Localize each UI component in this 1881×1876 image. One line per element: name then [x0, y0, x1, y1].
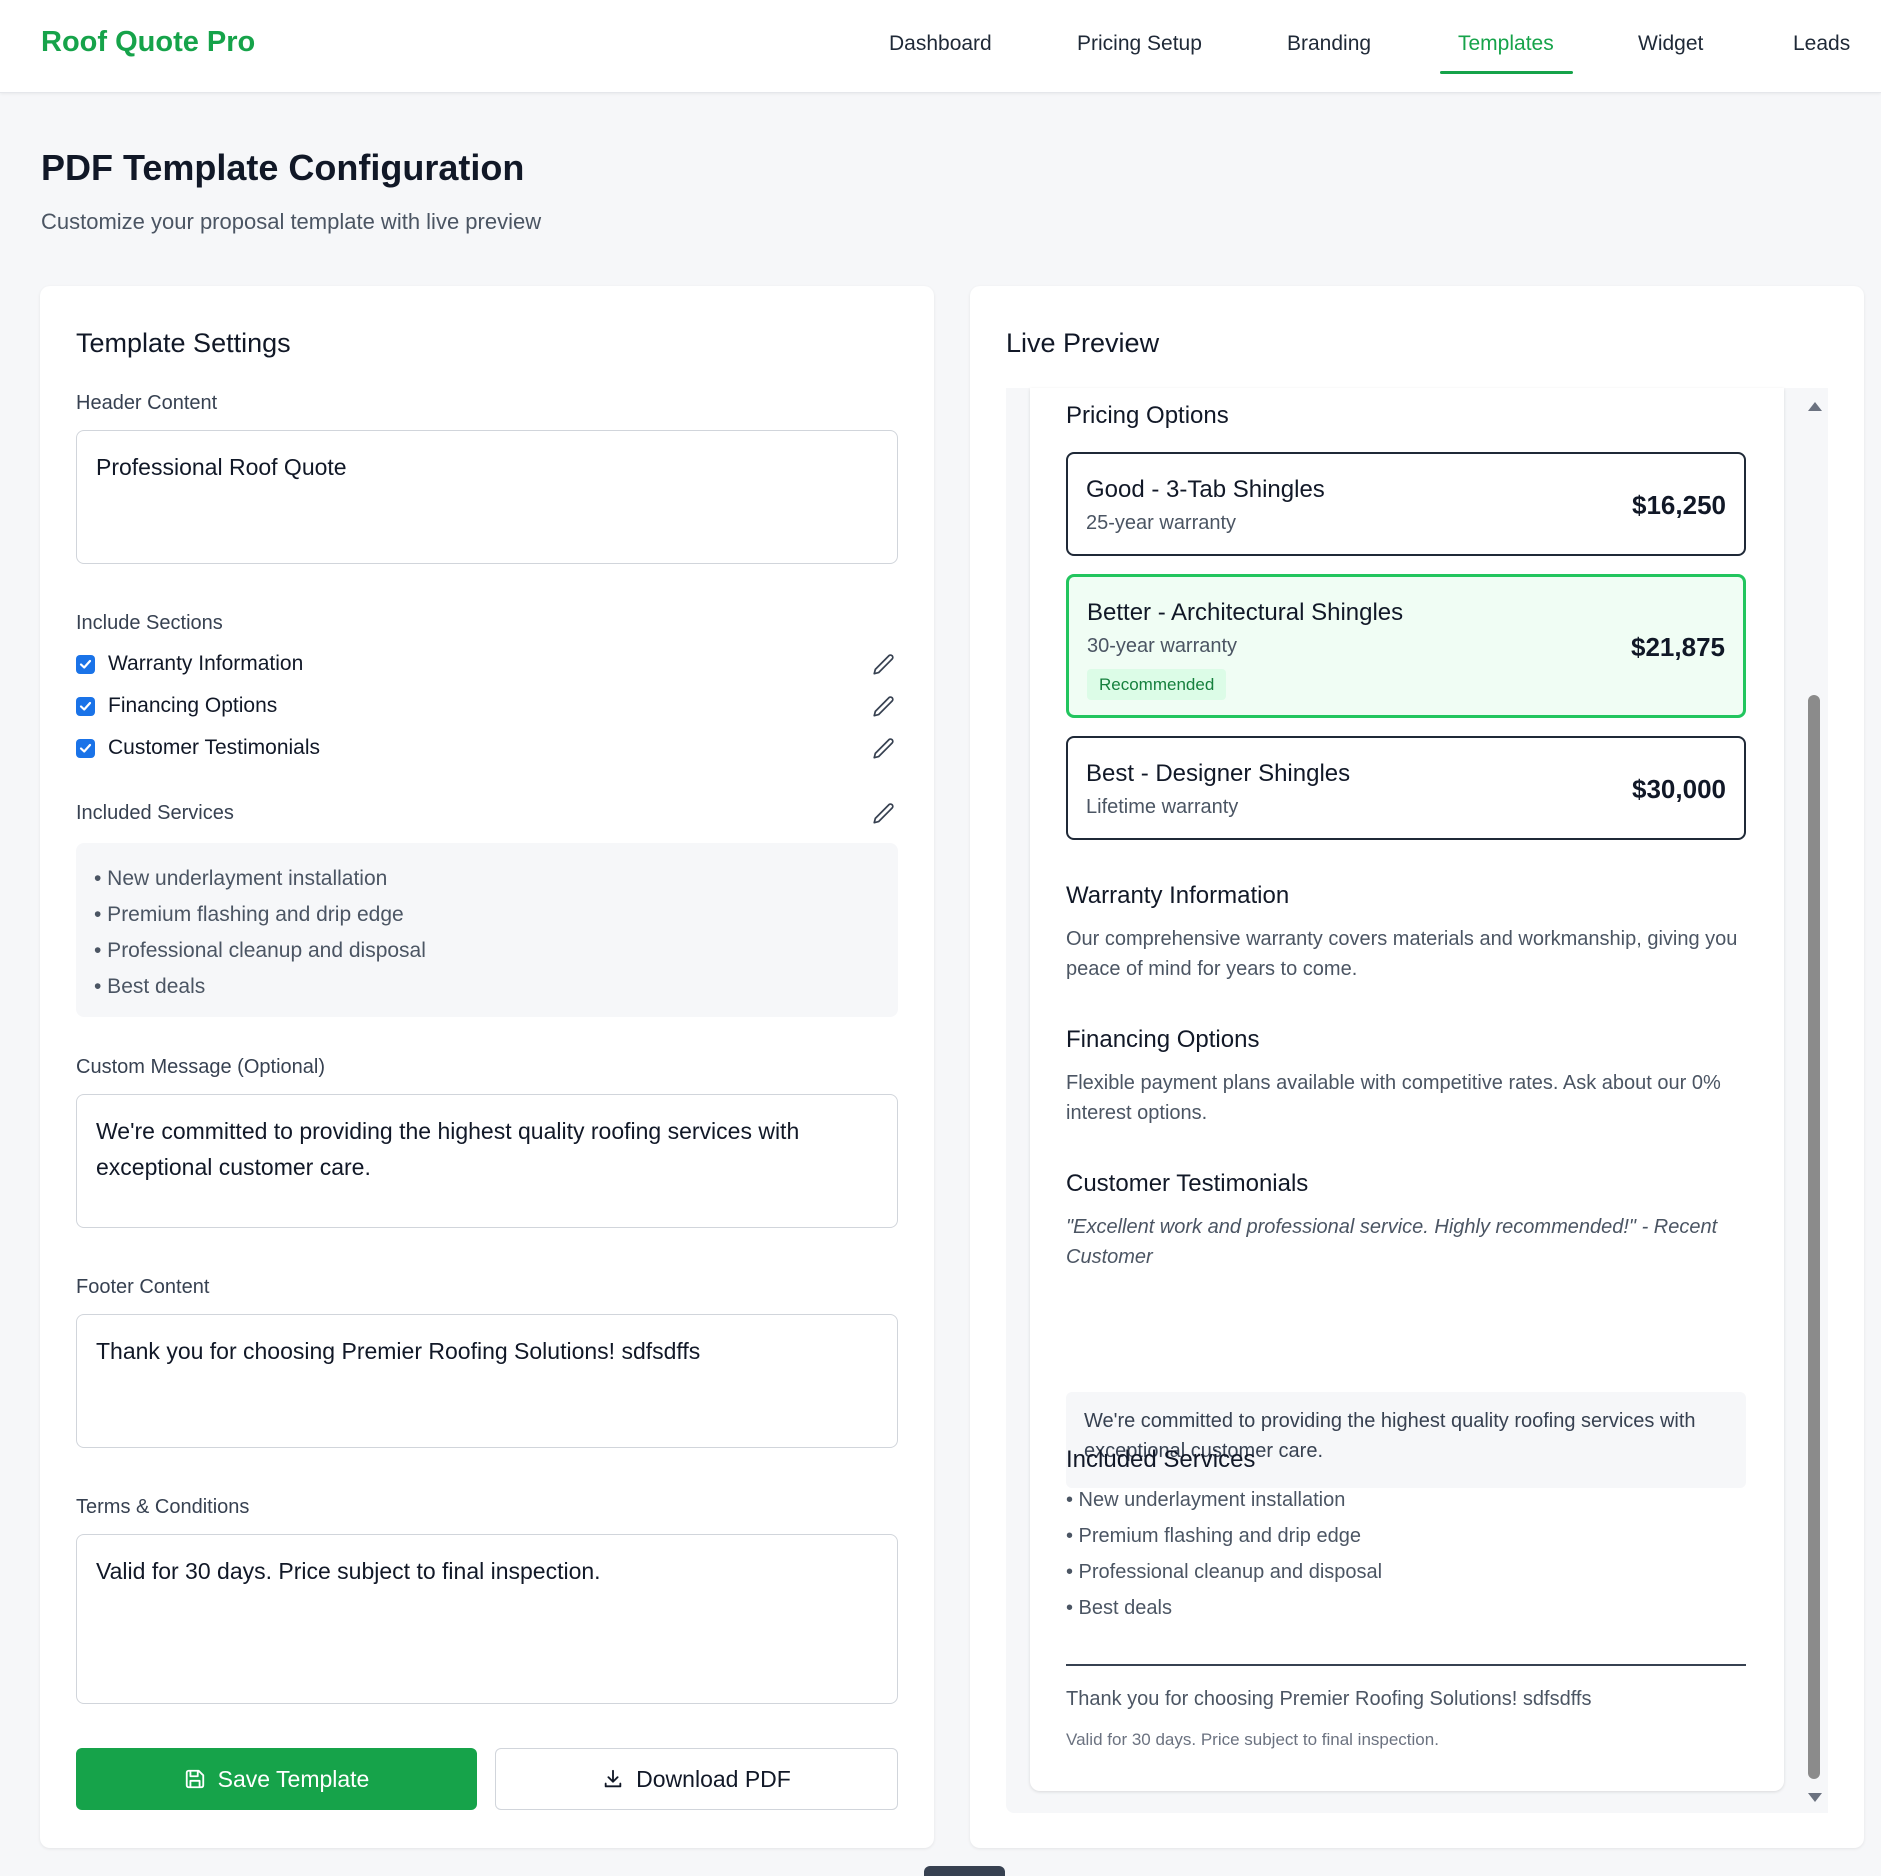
active-tab-indicator — [1440, 71, 1573, 74]
pricing-option-better: Better - Architectural Shingles 30-year … — [1066, 574, 1746, 718]
checkmark-icon — [79, 659, 92, 669]
list-item: • New underlayment installation — [1066, 1489, 1346, 1511]
pricing-options-heading: Pricing Options — [1066, 402, 1229, 429]
nav-leads[interactable]: Leads — [1793, 32, 1850, 56]
list-item: • Professional cleanup and disposal — [1066, 1561, 1383, 1583]
header-content-input[interactable] — [76, 430, 898, 564]
preview-scroll-area[interactable]: Pricing Options Good - 3-Tab Shingles 25… — [1006, 388, 1828, 1813]
included-services-preview-list: • New underlayment installation • Premiu… — [1066, 1482, 1382, 1626]
testimonials-checkbox-label[interactable]: Customer Testimonials — [108, 736, 320, 760]
preview-scrollbar[interactable] — [1800, 388, 1828, 1813]
option-price: $21,875 — [1631, 632, 1725, 662]
nav-pricing-setup[interactable]: Pricing Setup — [1077, 32, 1202, 56]
live-preview-title: Live Preview — [1006, 328, 1160, 358]
template-settings-card: Template Settings Header Content Include… — [40, 286, 934, 1848]
custom-message-input[interactable] — [76, 1094, 898, 1228]
live-preview-card: Live Preview Pricing Options Good - 3-Ta… — [970, 286, 1864, 1848]
scroll-up-arrow-icon[interactable] — [1808, 402, 1822, 411]
scroll-down-arrow-icon[interactable] — [1808, 1793, 1822, 1802]
option-warranty: Lifetime warranty — [1086, 796, 1239, 818]
included-services-heading: Included Services — [1066, 1446, 1256, 1473]
warranty-heading: Warranty Information — [1066, 882, 1290, 909]
list-item: • Premium flashing and drip edge — [94, 903, 404, 926]
brand-logo[interactable]: Roof Quote Pro — [41, 26, 255, 59]
terms-input[interactable] — [76, 1534, 898, 1704]
list-item: • Best deals — [1066, 1597, 1172, 1619]
terms-preview: Valid for 30 days. Price subject to fina… — [1066, 1730, 1439, 1749]
testimonial-text: "Excellent work and professional service… — [1066, 1216, 1718, 1268]
nav-branding[interactable]: Branding — [1287, 32, 1371, 56]
pricing-option-best: Best - Designer Shingles Lifetime warran… — [1066, 736, 1746, 840]
pricing-option-good: Good - 3-Tab Shingles 25-year warranty $… — [1066, 452, 1746, 556]
option-price: $30,000 — [1632, 774, 1726, 804]
footer-preview: Thank you for choosing Premier Roofing S… — [1066, 1688, 1592, 1710]
top-navigation-bar: Roof Quote Pro Dashboard Pricing Setup B… — [0, 0, 1881, 93]
option-warranty: 30-year warranty — [1087, 635, 1238, 657]
footer-content-input[interactable] — [76, 1314, 898, 1448]
recommended-badge: Recommended — [1087, 669, 1227, 700]
section-financing-row: Financing Options — [76, 694, 898, 722]
option-name: Best - Designer Shingles — [1086, 760, 1351, 787]
save-template-button[interactable]: Save Template — [76, 1748, 477, 1810]
financing-heading: Financing Options — [1066, 1026, 1260, 1053]
section-testimonials-row: Customer Testimonials — [76, 736, 898, 764]
option-warranty: 25-year warranty — [1086, 512, 1237, 534]
pencil-icon[interactable] — [871, 652, 897, 678]
financing-checkbox-label[interactable]: Financing Options — [108, 694, 277, 718]
nav-templates[interactable]: Templates — [1458, 32, 1554, 56]
warranty-text: Our comprehensive warranty covers materi… — [1066, 928, 1738, 980]
include-sections-label: Include Sections — [76, 612, 223, 634]
footer-content-label: Footer Content — [76, 1276, 210, 1298]
list-item: • Premium flashing and drip edge — [1066, 1525, 1361, 1547]
bottom-handle[interactable] — [924, 1866, 1005, 1876]
list-item: • Best deals — [94, 975, 206, 998]
pencil-icon[interactable] — [871, 736, 897, 762]
financing-checkbox[interactable] — [76, 697, 95, 716]
download-icon — [604, 1769, 622, 1788]
terms-label: Terms & Conditions — [76, 1496, 250, 1518]
footer-divider — [1066, 1664, 1746, 1666]
list-item: • New underlayment installation — [94, 867, 388, 890]
checkmark-icon — [79, 743, 92, 753]
preview-document: Pricing Options Good - 3-Tab Shingles 25… — [1030, 388, 1784, 1791]
option-price: $16,250 — [1632, 490, 1726, 520]
pencil-icon[interactable] — [871, 801, 897, 827]
nav-dashboard[interactable]: Dashboard — [889, 32, 992, 56]
save-template-label: Save Template — [217, 1765, 370, 1792]
pencil-icon[interactable] — [871, 694, 897, 720]
save-icon — [185, 1769, 204, 1789]
warranty-checkbox-label[interactable]: Warranty Information — [108, 652, 303, 676]
page-subtitle: Customize your proposal template with li… — [41, 209, 542, 234]
scrollbar-thumb[interactable] — [1808, 695, 1820, 1779]
download-pdf-button[interactable]: Download PDF — [495, 1748, 898, 1810]
checkmark-icon — [79, 701, 92, 711]
included-services-list: • New underlayment installation • Premiu… — [76, 843, 898, 1017]
download-pdf-label: Download PDF — [636, 1765, 791, 1792]
list-item: • Professional cleanup and disposal — [94, 939, 426, 962]
custom-message-label: Custom Message (Optional) — [76, 1056, 325, 1078]
page-title: PDF Template Configuration — [41, 147, 525, 188]
included-services-label: Included Services — [76, 802, 234, 824]
option-name: Good - 3-Tab Shingles — [1086, 476, 1325, 503]
header-content-label: Header Content — [76, 392, 218, 414]
nav-widget[interactable]: Widget — [1638, 32, 1703, 56]
testimonials-heading: Customer Testimonials — [1066, 1170, 1309, 1197]
testimonials-checkbox[interactable] — [76, 739, 95, 758]
warranty-checkbox[interactable] — [76, 655, 95, 674]
option-name: Better - Architectural Shingles — [1087, 599, 1404, 626]
template-settings-title: Template Settings — [76, 328, 291, 358]
section-warranty-row: Warranty Information — [76, 652, 898, 680]
financing-text: Flexible payment plans available with co… — [1066, 1072, 1721, 1124]
